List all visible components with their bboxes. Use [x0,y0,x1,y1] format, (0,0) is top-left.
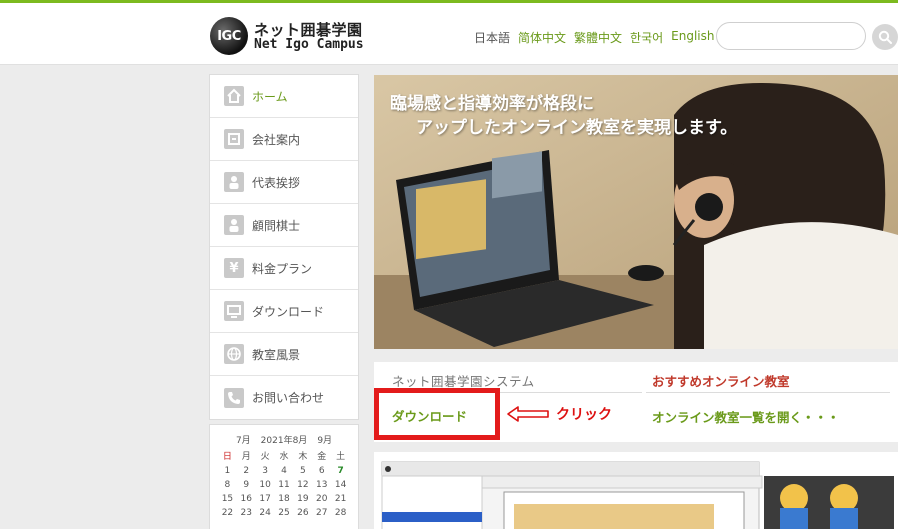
calendar-next-month[interactable]: 9月 [317,433,332,446]
calendar-day: 10 [259,480,271,490]
sidebar-item-label: 会社案内 [252,132,301,147]
calendar-day: 13 [315,480,328,490]
calendar-weekday: 日 [222,452,232,462]
calendar-day: 20 [315,494,328,504]
recommend-title: おすすめオンライン教室 [652,374,790,389]
sidebar-item-advisors[interactable]: 顧問棋士 [210,204,358,247]
company-icon [224,129,244,149]
language-switcher: 日本語 简体中文 繁體中文 한국어 English [474,29,715,46]
calendar-day: 9 [243,480,250,490]
hero-headline-line1: 臨場感と指導効率が格段に [390,94,594,114]
globe-icon [224,344,244,364]
sidebar-item-label: 顧問棋士 [252,218,301,233]
calendar-day: 14 [334,480,347,490]
divider [646,392,890,393]
sidebar-item-label: 教室風景 [252,347,301,362]
online-classroom-list-link[interactable]: オンライン教室一覧を開く・・・ [652,407,840,426]
calendar-weekday: 火 [260,452,270,462]
calendar-day: 3 [262,466,268,476]
sidebar-item-classroom[interactable]: 教室風景 [210,333,358,376]
calendar-day: 21 [334,494,347,504]
sidebar-item-label: お問い合わせ [252,391,325,405]
calendar-weekday: 土 [336,452,346,462]
phone-icon [224,387,244,408]
sidebar-item-contact[interactable]: お問い合わせ [210,376,358,419]
calendar-day: 8 [224,480,231,490]
software-screenshot [381,461,894,529]
calendar-day: 12 [297,480,309,490]
logo-title-en[interactable]: Net Igo Campus [254,37,364,52]
sidebar-nav: ホーム 会社案内 代表挨拶 顧問棋士 ¥ 料金プラン ダウンロード 教室風景 お… [209,74,359,420]
sidebar-item-company[interactable]: 会社案内 [210,118,358,161]
calendar-day: 22 [221,508,234,518]
calendar-day: 11 [278,480,290,490]
person-icon [224,215,244,235]
calendar-day: 27 [315,508,328,518]
system-panel: ネット囲碁学園システム おすすめオンライン教室 ダウンロード クリック オンライ… [374,362,898,442]
left-arrow-icon [507,406,549,422]
logo-mark[interactable]: IGC [210,17,248,55]
calendar-weekday: 水 [279,452,289,462]
calendar-weekday: 金 [317,452,327,462]
sidebar-item-label: 料金プラン [252,261,313,276]
sidebar-item-home[interactable]: ホーム [210,75,358,118]
calendar-current-month: 2021年8月 [260,436,308,446]
sidebar-item-pricing[interactable]: ¥ 料金プラン [210,247,358,290]
calendar-day: 18 [278,494,290,504]
calendar-day: 24 [259,508,271,518]
calendar-day: 19 [297,494,309,504]
calendar-day: 6 [318,466,325,476]
calendar-weekday: 木 [298,452,308,462]
hero-banner: 臨場感と指導効率が格段に アップしたオンライン教室を実現します。 [374,75,898,349]
search-button[interactable] [872,24,898,50]
lang-traditional-chinese[interactable]: 繁體中文 [574,29,622,46]
search-icon [878,30,892,44]
sidebar-item-label: 代表挨拶 [252,175,301,190]
monitor-icon [224,301,244,321]
lang-korean[interactable]: 한국어 [630,29,663,46]
hero-headline-line2: アップしたオンライン教室を実現します。 [416,118,738,138]
lang-japanese[interactable]: 日本語 [474,29,510,46]
calendar-day: 26 [297,508,309,518]
lang-simplified-chinese[interactable]: 简体中文 [518,29,566,46]
yen-icon: ¥ [224,258,244,278]
calendar-weekday: 月 [241,452,251,462]
sidebar-item-label: ホーム [252,89,288,104]
click-annotation: クリック [556,407,612,423]
calendar-day: 28 [334,508,347,518]
sidebar-item-label: ダウンロード [252,304,325,319]
calendar-grid: 日 月 火 水 木 金 土 1 2 3 4 5 6 7 8 9 10 11 12… [210,449,358,518]
calendar-widget: 7月 2021年8月 9月 日 月 火 水 木 金 土 1 2 3 4 5 6 … [209,424,359,529]
sidebar-item-greeting[interactable]: 代表挨拶 [210,161,358,204]
download-link[interactable]: ダウンロード [392,406,467,425]
calendar-day: 23 [240,508,252,518]
lang-english[interactable]: English [671,29,714,46]
calendar-day: 5 [299,466,306,476]
calendar-day: 16 [240,494,252,504]
software-preview [374,452,898,529]
site-header: IGC ネット囲碁学園 Net Igo Campus 日本語 简体中文 繁體中文… [0,3,898,65]
calendar-day: 2 [243,466,250,476]
sidebar-item-download[interactable]: ダウンロード [210,290,358,333]
calendar-day: 4 [281,466,287,476]
calendar-day: 17 [259,494,271,504]
calendar-prev-month[interactable]: 7月 [236,433,251,446]
calendar-day: 25 [278,508,290,518]
calendar-day: 1 [224,466,231,476]
calendar-day-today: 7 [337,466,344,476]
person-icon [224,172,244,192]
search-input[interactable] [716,22,866,50]
calendar-day: 15 [221,494,234,504]
home-icon [224,86,244,106]
